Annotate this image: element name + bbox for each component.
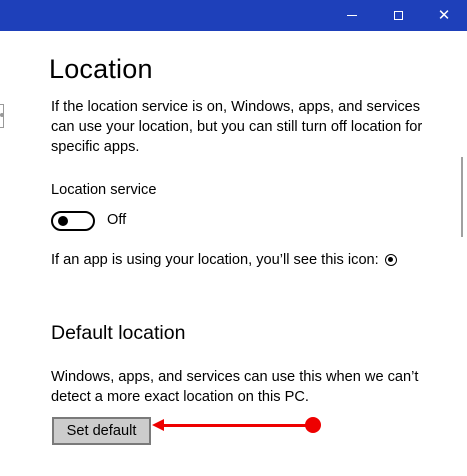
maximize-button[interactable]	[375, 0, 421, 31]
annotation-arrow-line	[162, 424, 312, 427]
default-location-description: Windows, apps, and services can use this…	[51, 369, 419, 405]
toggle-state-label: Off	[107, 212, 127, 228]
minimize-button[interactable]	[329, 0, 375, 31]
close-icon: ✕	[437, 6, 451, 24]
location-in-use-icon	[384, 254, 397, 266]
scrollbar[interactable]	[461, 157, 463, 237]
set-default-button[interactable]: Set default	[52, 417, 151, 445]
icon-notice: If an app is using your location, you’ll…	[51, 252, 397, 268]
close-button[interactable]: ✕	[421, 0, 467, 31]
annotation-dot	[305, 417, 321, 433]
icon-notice-text: If an app is using your location, you’ll…	[51, 252, 379, 268]
nav-pane-edge-icon	[0, 113, 4, 117]
annotation-arrowhead-icon	[152, 419, 164, 431]
location-service-label: Location service	[51, 182, 157, 198]
title-bar: ✕	[0, 0, 467, 31]
default-location-heading: Default location	[51, 322, 186, 344]
page-title: Location	[49, 54, 153, 84]
location-service-toggle[interactable]	[51, 211, 95, 231]
minimize-icon	[347, 15, 357, 16]
maximize-icon	[393, 11, 403, 20]
intro-text: If the location service is on, Windows, …	[51, 99, 423, 155]
toggle-knob	[58, 216, 68, 226]
